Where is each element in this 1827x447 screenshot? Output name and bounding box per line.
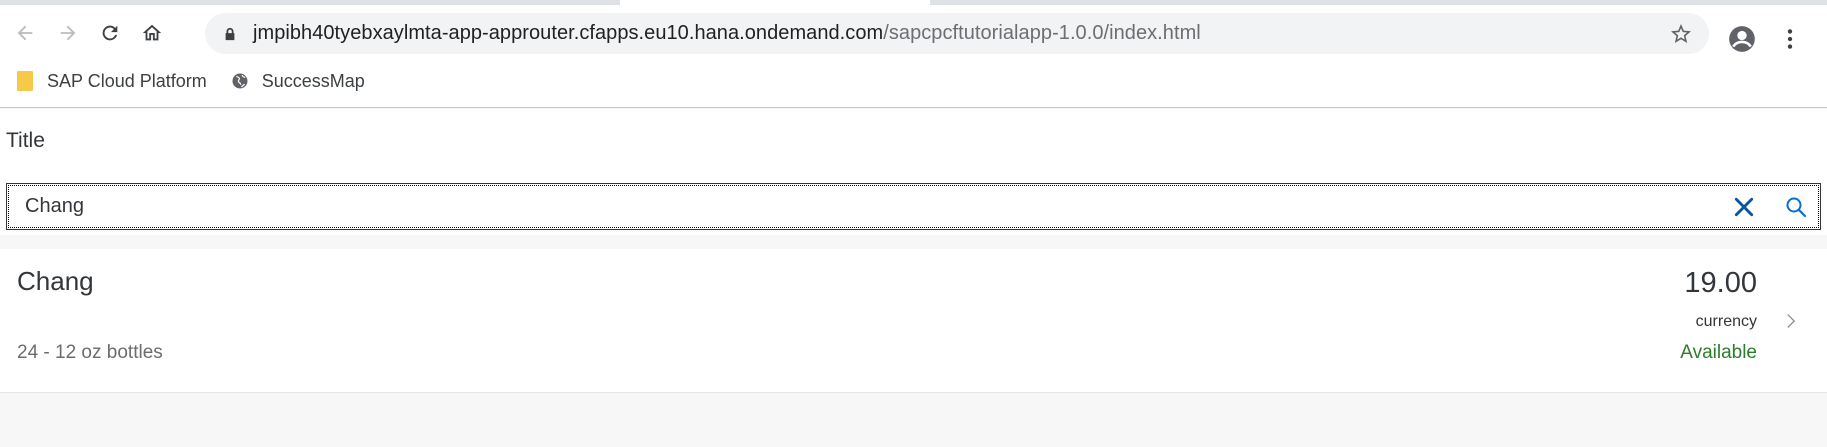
home-button[interactable] — [132, 13, 172, 53]
tab-strip — [930, 0, 1827, 5]
profile-avatar-icon[interactable] — [1725, 22, 1759, 56]
page-header: Title — [0, 109, 1827, 179]
browser-menu-icon[interactable] — [1773, 22, 1807, 56]
clear-search-button[interactable] — [1724, 187, 1764, 227]
app-page: Title Chang 24 - 12 oz bottles 19.00 cur… — [0, 109, 1827, 447]
browser-toolbar: jmpibh40tyebxaylmta-app-approuter.cfapps… — [0, 7, 1827, 59]
browser-chrome: jmpibh40tyebxaylmta-app-approuter.cfapps… — [0, 0, 1827, 108]
item-price: 19.00 — [1684, 267, 1757, 299]
search-field[interactable] — [6, 183, 1821, 230]
bookmarks-bar: SAP Cloud Platform SuccessMap — [0, 64, 1827, 98]
list-item[interactable]: Chang 24 - 12 oz bottles 19.00 currency … — [0, 249, 1827, 392]
lock-icon[interactable] — [222, 26, 238, 42]
globe-icon — [231, 71, 249, 91]
arrow-left-icon — [17, 25, 33, 41]
bookmark-label: SuccessMap — [261, 70, 365, 91]
page-title: Title — [6, 129, 45, 152]
url-text[interactable]: jmpibh40tyebxaylmta-app-approuter.cfapps… — [253, 22, 1201, 45]
close-icon — [1734, 197, 1754, 216]
forward-button[interactable] — [48, 13, 88, 53]
item-description: 24 - 12 oz bottles — [17, 342, 163, 363]
bookmark-label: SAP Cloud Platform — [47, 70, 207, 91]
product-list: Chang 24 - 12 oz bottles 19.00 currency … — [0, 249, 1827, 393]
status-text: Available — [1680, 342, 1757, 363]
search-icon — [1786, 197, 1807, 217]
url-host: jmpibh40tyebxaylmta-app-approuter.cfapps… — [253, 22, 884, 44]
item-unit: currency — [1695, 313, 1757, 330]
url-path: /sapcpcftutorialapp-1.0.0/index.html — [883, 22, 1201, 44]
item-title: Chang — [17, 266, 94, 296]
chevron-right-icon — [1783, 309, 1799, 333]
search-input[interactable] — [7, 184, 1724, 229]
folder-icon — [16, 71, 34, 91]
home-icon — [142, 24, 162, 41]
bookmark-star-icon[interactable] — [1669, 22, 1693, 46]
back-button[interactable] — [5, 13, 45, 53]
bookmark-sap-cloud-platform[interactable]: SAP Cloud Platform — [10, 66, 213, 96]
bookmark-successmap[interactable]: SuccessMap — [225, 66, 371, 96]
arrow-right-icon — [60, 25, 76, 41]
reload-icon — [102, 25, 118, 41]
address-bar[interactable]: jmpibh40tyebxaylmta-app-approuter.cfapps… — [205, 13, 1709, 54]
tab-strip — [0, 0, 620, 5]
reload-button[interactable] — [90, 13, 130, 53]
search-button[interactable] — [1776, 187, 1816, 227]
